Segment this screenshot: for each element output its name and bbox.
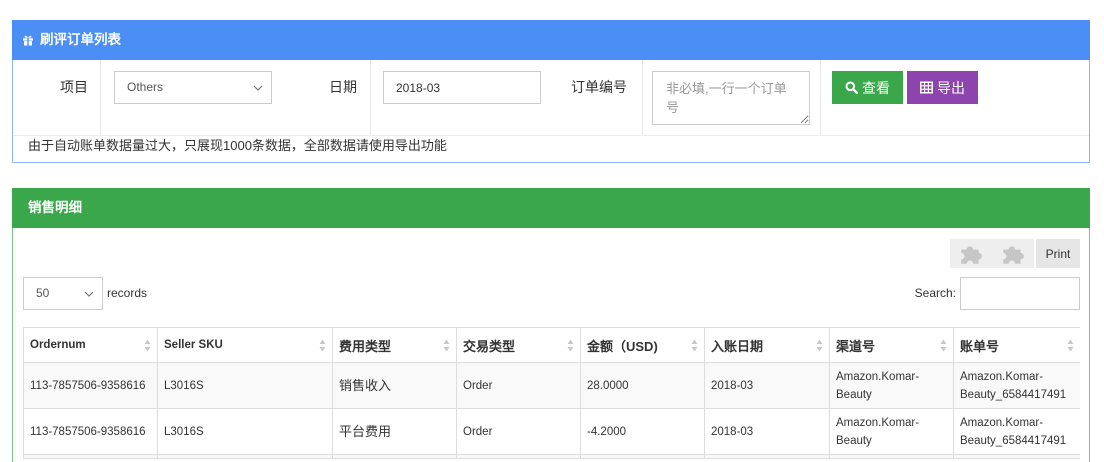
table-cell: L3016S <box>157 408 333 455</box>
column-header-label: 入账日期 <box>711 338 764 354</box>
sales-detail-panel: 销售明细 Print 50 records Search: Ordernum Se… <box>12 188 1090 462</box>
page-length-value: 50 <box>36 286 50 300</box>
search-input[interactable] <box>960 277 1080 310</box>
column-header[interactable]: 账单号 <box>953 327 1080 363</box>
sales-detail-panel-header: 销售明细 <box>12 188 1090 228</box>
project-select[interactable]: Others <box>114 71 272 104</box>
column-header[interactable]: 入账日期 <box>704 327 830 363</box>
table-cell: Order <box>456 362 581 409</box>
table-row: 113-7857506-9358616 L3016S 平台费用 Order -4.200… <box>23 408 1080 455</box>
table-header-row: Ordernum Seller SKU 费用类型 交易类型 金额（USD) 入账日期 渠道号… <box>23 327 1080 363</box>
sales-table: Ordernum Seller SKU 费用类型 交易类型 金额（USD) 入账日期 渠道号… <box>23 327 1080 459</box>
table-cell: 113-7857506-9358616 <box>23 362 158 409</box>
column-header-label: 渠道号 <box>836 338 876 354</box>
table-cell-empty <box>157 454 333 459</box>
puzzle-icon[interactable] <box>992 239 1034 268</box>
table-cell: -4.2000 <box>580 408 705 455</box>
table-cell: Amazon.Komar-Beauty_6584417491 <box>953 362 1080 409</box>
table-row-partial <box>23 454 1080 459</box>
table-cell: Amazon.Komar-Beauty <box>829 408 954 455</box>
column-header-label: 金额（USD) <box>587 338 658 354</box>
column-header-label: Seller SKU <box>164 339 223 351</box>
table-cell-empty <box>332 454 457 459</box>
export-button-label: 导出 <box>937 79 965 96</box>
search-label: Search: <box>914 286 956 300</box>
table-cell-empty <box>23 454 158 459</box>
order-number-textarea[interactable] <box>652 71 810 125</box>
panel-title: 销售明细 <box>28 200 82 215</box>
sales-table-container: Ordernum Seller SKU 费用类型 交易类型 金额（USD) 入账日期 渠道号… <box>23 327 1080 462</box>
table-cell-empty <box>829 454 954 459</box>
table-cell-empty <box>953 454 1080 459</box>
column-header-label: 账单号 <box>960 338 1000 354</box>
search-button[interactable]: 查看 <box>832 71 903 104</box>
date-label: 日期 <box>329 79 357 95</box>
sort-icon[interactable] <box>1067 339 1074 352</box>
divider <box>370 60 371 135</box>
divider <box>100 60 101 135</box>
search-button-label: 查看 <box>862 79 890 96</box>
table-icon <box>920 81 933 94</box>
divider <box>642 60 643 135</box>
divider <box>820 60 821 135</box>
column-header[interactable]: 渠道号 <box>829 327 954 363</box>
sort-icon[interactable] <box>691 339 698 352</box>
print-button[interactable]: Print <box>1036 239 1080 268</box>
table-cell-empty <box>704 454 830 459</box>
table-cell: L3016S <box>157 362 333 409</box>
records-label: records <box>107 286 148 300</box>
table-toolbar <box>950 239 1034 268</box>
sort-icon[interactable] <box>567 339 574 352</box>
order-list-panel-header: 刷评订单列表 <box>12 20 1090 60</box>
table-cell: 28.0000 <box>580 362 705 409</box>
page-length-select[interactable]: 50 <box>23 277 103 310</box>
gift-icon <box>22 34 34 46</box>
column-header[interactable]: Seller SKU <box>157 327 333 363</box>
table-row: 113-7857506-9358616 L3016S 销售收入 Order 28.000… <box>23 362 1080 409</box>
export-button[interactable]: 导出 <box>907 71 978 104</box>
date-input[interactable] <box>383 71 541 104</box>
column-header-label: 交易类型 <box>463 338 516 354</box>
sort-icon[interactable] <box>319 339 326 352</box>
sort-icon[interactable] <box>816 339 823 352</box>
column-header-label: Ordernum <box>30 339 86 351</box>
chevron-down-icon <box>253 85 263 91</box>
column-header[interactable]: 金额（USD) <box>580 327 705 363</box>
sort-icon[interactable] <box>443 339 450 352</box>
table-cell: 2018-03 <box>704 408 830 455</box>
table-cell: 平台费用 <box>332 408 457 455</box>
project-select-value: Others <box>127 80 164 94</box>
data-limit-notice: 由于自动账单数据量过大，只展现1000条数据，全部数据请使用导出功能 <box>28 138 447 153</box>
table-head: Ordernum Seller SKU 费用类型 交易类型 金额（USD) 入账日期 渠道号… <box>23 327 1080 363</box>
table-cell-empty <box>580 454 705 459</box>
search-icon <box>845 81 858 94</box>
table-cell-empty <box>456 454 581 459</box>
column-header-label: 费用类型 <box>339 338 392 354</box>
table-cell: Order <box>456 408 581 455</box>
sort-icon[interactable] <box>144 339 151 352</box>
column-header[interactable]: 交易类型 <box>456 327 581 363</box>
column-header[interactable]: Ordernum <box>23 327 158 363</box>
table-cell: Amazon.Komar-Beauty <box>829 362 954 409</box>
table-cell: Amazon.Komar-Beauty_6584417491 <box>953 408 1080 455</box>
panel-title: 刷评订单列表 <box>40 32 121 47</box>
sort-icon[interactable] <box>940 339 947 352</box>
table-cell: 113-7857506-9358616 <box>23 408 158 455</box>
table-cell: 2018-03 <box>704 362 830 409</box>
table-cell: 销售收入 <box>332 362 457 409</box>
column-header[interactable]: 费用类型 <box>332 327 457 363</box>
project-label: 项目 <box>60 79 88 95</box>
order-number-label: 订单编号 <box>571 79 627 95</box>
puzzle-icon[interactable] <box>950 239 992 268</box>
chevron-down-icon <box>84 291 94 297</box>
table-body: 113-7857506-9358616 L3016S 销售收入 Order 28.000… <box>23 362 1080 459</box>
order-list-panel: 刷评订单列表 项目 Others 日期 订单编号 查看 导出 由于自动账单数据量… <box>12 20 1090 163</box>
